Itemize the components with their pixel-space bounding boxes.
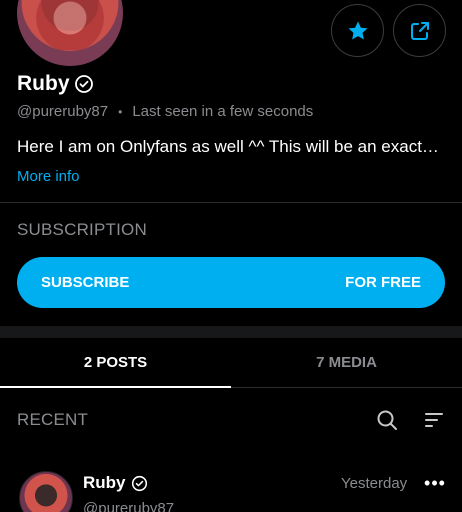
last-seen-status: Last seen in a few seconds: [132, 103, 314, 120]
tab-media[interactable]: 7 MEDIA: [231, 338, 462, 388]
tab-posts[interactable]: 2 POSTS: [0, 338, 231, 388]
star-icon: [348, 21, 367, 39]
section-separator-band: [0, 326, 462, 338]
section-divider: [0, 202, 462, 203]
verified-icon: [74, 75, 93, 93]
search-button[interactable]: [373, 406, 401, 434]
more-info-link[interactable]: More info: [17, 168, 80, 185]
share-icon: [410, 21, 429, 40]
avatar-image: [27, 0, 113, 50]
post-author-handle[interactable]: @pureruby87: [83, 500, 174, 512]
post-timestamp: Yesterday: [341, 475, 408, 492]
profile-handle: @pureruby87: [17, 103, 109, 120]
post-more-options-button[interactable]: •••: [424, 472, 446, 494]
post-author-row: Ruby: [83, 473, 148, 493]
meta-separator: •: [118, 104, 123, 119]
profile-meta: @pureruby87 • Last seen in a few seconds: [17, 103, 313, 120]
post-author-avatar[interactable]: [19, 471, 73, 512]
profile-name-row: Ruby: [17, 72, 94, 96]
recent-label: RECENT: [17, 410, 89, 429]
search-icon: [377, 410, 397, 430]
share-button[interactable]: [393, 4, 446, 57]
subscribe-price-label: FOR FREE: [345, 274, 421, 291]
profile-bio: Here I am on Onlyfans as well ^^ This wi…: [17, 137, 439, 156]
profile-page: Ruby @pureruby87 • Last seen in a few se…: [0, 0, 462, 512]
subscription-label: SUBSCRIPTION: [17, 220, 147, 239]
subscribe-button[interactable]: SUBSCRIBE FOR FREE: [17, 257, 445, 308]
favorite-button[interactable]: [331, 4, 384, 57]
sort-icon: [425, 413, 443, 427]
sort-button[interactable]: [420, 406, 448, 434]
verified-icon: [131, 475, 147, 491]
post-author-name[interactable]: Ruby: [83, 473, 126, 493]
profile-tabs: 2 POSTS 7 MEDIA: [0, 338, 462, 388]
subscribe-button-label: SUBSCRIBE: [41, 274, 130, 291]
profile-name: Ruby: [17, 72, 70, 95]
profile-avatar[interactable]: [17, 0, 123, 66]
